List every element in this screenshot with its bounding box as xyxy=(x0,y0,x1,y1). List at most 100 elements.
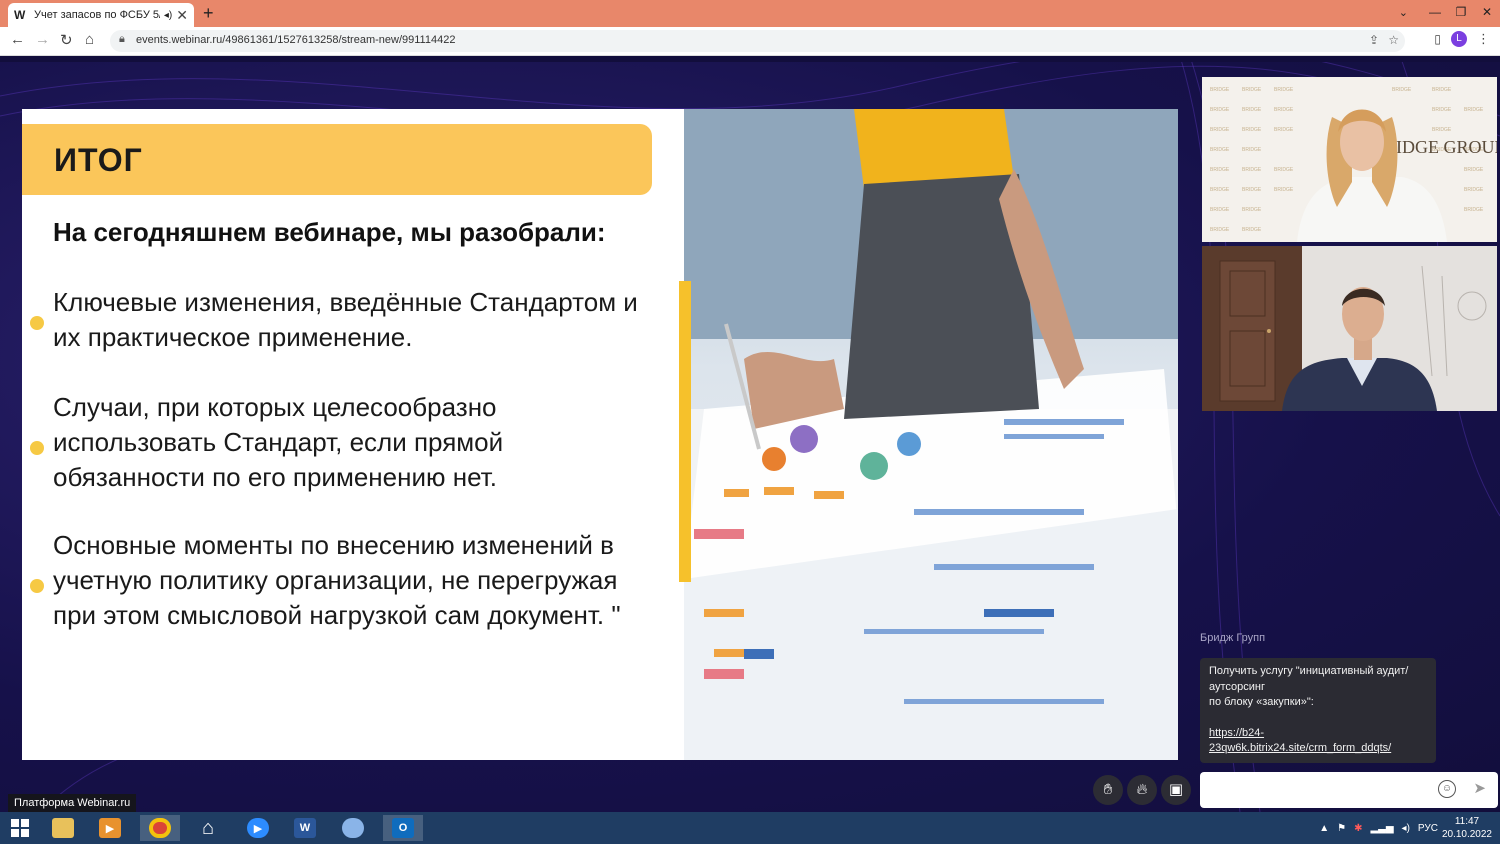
language-indicator[interactable]: РУС xyxy=(1418,823,1438,834)
outlook-button[interactable]: O xyxy=(383,815,423,841)
svg-text:BRIDGE: BRIDGE xyxy=(1432,87,1452,93)
send-icon[interactable]: ➤ xyxy=(1473,779,1486,797)
svg-text:BRIDGE: BRIDGE xyxy=(1210,207,1230,213)
chrome-button[interactable] xyxy=(140,815,180,841)
webinar-title-strip xyxy=(0,56,1500,62)
chrome-icon xyxy=(149,818,171,838)
speaker-1-video: BRIDGE BRIDGE BRIDGE BRIDGE BRIDGE BRIDGE BRI… xyxy=(1202,77,1497,242)
svg-text:BRIDGE: BRIDGE xyxy=(1274,187,1294,193)
bookmark-star-icon[interactable]: ☆ xyxy=(1388,33,1399,47)
chat-link[interactable]: https://b24- xyxy=(1209,726,1427,742)
word-button[interactable]: W xyxy=(285,815,325,841)
svg-text:BRIDGE: BRIDGE xyxy=(1392,87,1412,93)
home-icon[interactable]: ⌂ xyxy=(85,31,94,48)
svg-text:BRIDGE: BRIDGE xyxy=(1464,207,1484,213)
video-tile-speaker-1[interactable]: BRIDGE BRIDGE BRIDGE BRIDGE BRIDGE BRIDGE BRI… xyxy=(1202,77,1497,242)
slide-intro: На сегодняшнем вебинаре, мы разобрали: xyxy=(53,217,606,247)
reload-icon[interactable]: ↻ xyxy=(60,31,73,49)
browser-toolbar: ← → ↻ ⌂ 🔒︎ events.webinar.ru/49861361/15… xyxy=(0,27,1500,56)
flag-icon[interactable]: ⚑ xyxy=(1337,823,1346,834)
svg-text:BRIDGE: BRIDGE xyxy=(1242,207,1262,213)
platform-badge: Платформа Webinar.ru xyxy=(8,794,137,812)
house-icon: ⌂ xyxy=(201,816,215,839)
menu-dots-icon[interactable]: ⋮ xyxy=(1477,31,1490,47)
window-controls: — ❐ ✕ xyxy=(1422,0,1500,27)
system-tray: ▲ ⚑ ✱ ▂▃▅ ◂) РУС 11:47 20.10.2022 xyxy=(1315,812,1500,844)
network-icon[interactable]: ▂▃▅ xyxy=(1370,823,1393,834)
svg-text:BRIDGE: BRIDGE xyxy=(1242,187,1262,193)
clock[interactable]: 11:47 20.10.2022 xyxy=(1442,815,1492,841)
palette-icon xyxy=(342,818,364,838)
webinar-favicon-icon: W xyxy=(14,8,26,22)
bullet-item: Ключевые изменения, введённые Стандартом… xyxy=(53,287,638,352)
media-player-button[interactable]: ▶ xyxy=(90,815,130,841)
svg-text:BRIDGE: BRIDGE xyxy=(1242,127,1262,133)
tab-title: Учет запасов по ФСБУ 5/2019 xyxy=(34,9,160,21)
slide-text-panel: ИТОГ На сегодняшнем вебинаре, мы разобра… xyxy=(22,109,684,760)
home-app-button[interactable]: ⌂ xyxy=(188,815,228,841)
address-bar[interactable]: 🔒︎ events.webinar.ru/49861361/1527613258… xyxy=(110,30,1405,52)
new-tab-button[interactable]: + xyxy=(203,3,214,24)
svg-text:BRIDGE: BRIDGE xyxy=(1242,107,1262,113)
svg-text:BRIDGE: BRIDGE xyxy=(1464,107,1484,113)
svg-text:BRIDGE: BRIDGE xyxy=(1274,127,1294,133)
chat-author: Бридж Групп xyxy=(1200,632,1266,644)
word-icon: W xyxy=(294,818,316,838)
close-window-button[interactable]: ✕ xyxy=(1474,0,1500,27)
side-panel-icon[interactable]: ▯ xyxy=(1434,32,1441,46)
browser-tab-bar: W Учет запасов по ФСБУ 5/2019 ◂) ✕ + ⌄ —… xyxy=(0,0,1500,27)
restore-button[interactable]: ❐ xyxy=(1448,0,1474,27)
raise-hand-icon[interactable]: ✋︎ xyxy=(1093,775,1123,805)
tab-search-chevron-icon[interactable]: ⌄ xyxy=(1399,6,1408,19)
audio-playing-icon[interactable]: ◂) xyxy=(164,10,172,21)
svg-text:BRIDGE: BRIDGE xyxy=(1210,127,1230,133)
video-tile-speaker-2[interactable] xyxy=(1202,246,1497,411)
bullet-dot-icon xyxy=(30,441,44,455)
reaction-fire-icon[interactable]: 🔥︎ xyxy=(1127,775,1157,805)
layout-icon[interactable]: ▣ xyxy=(1161,775,1191,805)
bullet-dot-icon xyxy=(30,579,44,593)
lock-icon[interactable]: 🔒︎ xyxy=(119,33,125,46)
zoom-button[interactable]: ▶ xyxy=(238,815,278,841)
volume-icon[interactable]: ◂) xyxy=(1402,823,1410,834)
svg-text:BRIDGE: BRIDGE xyxy=(1274,167,1294,173)
slide-title: ИТОГ xyxy=(54,142,143,178)
start-button[interactable] xyxy=(0,815,40,841)
outlook-icon: O xyxy=(392,818,414,838)
bullet-item: Основные моменты по внесению изменений в… xyxy=(53,530,621,630)
tab-close-icon[interactable]: ✕ xyxy=(176,7,188,24)
svg-text:BRIDGE: BRIDGE xyxy=(1210,187,1230,193)
folder-icon xyxy=(52,818,74,838)
bullet-dot-icon xyxy=(30,316,44,330)
bullet-item: Случаи, при которых целесообразно исполь… xyxy=(53,392,504,492)
windows-logo-icon xyxy=(11,819,29,837)
emoji-icon[interactable]: ☺ xyxy=(1438,780,1456,798)
svg-text:BRIDGE: BRIDGE xyxy=(1242,87,1262,93)
slide-photo xyxy=(684,109,1178,760)
paint-button[interactable] xyxy=(333,815,373,841)
forward-arrow-icon[interactable]: → xyxy=(35,31,50,48)
minimize-button[interactable]: — xyxy=(1422,0,1448,27)
svg-text:BRIDGE: BRIDGE xyxy=(1242,227,1262,233)
svg-text:BRIDGE: BRIDGE xyxy=(1210,167,1230,173)
back-arrow-icon[interactable]: ← xyxy=(10,31,25,48)
profile-avatar[interactable]: L xyxy=(1451,31,1467,47)
svg-text:BRIDGE: BRIDGE xyxy=(1464,187,1484,193)
photo-illustration xyxy=(684,109,1178,760)
share-icon[interactable]: ⇪ xyxy=(1369,33,1379,47)
svg-text:BRIDGE: BRIDGE xyxy=(1210,147,1230,153)
svg-text:BRIDGE: BRIDGE xyxy=(1432,127,1452,133)
chat-input[interactable]: ☺ ➤ xyxy=(1200,772,1498,808)
tray-chevron-icon[interactable]: ▲ xyxy=(1319,823,1329,834)
zoom-icon: ▶ xyxy=(247,818,269,838)
file-explorer-button[interactable] xyxy=(43,815,83,841)
svg-text:BRIDGE: BRIDGE xyxy=(1242,167,1262,173)
svg-text:BRIDGE: BRIDGE xyxy=(1274,107,1294,113)
chat-link[interactable]: 23qw6k.bitrix24.site/crm_form_ddqts/ xyxy=(1209,741,1427,757)
browser-tab[interactable]: W Учет запасов по ФСБУ 5/2019 ◂) ✕ xyxy=(8,3,194,27)
windows-taskbar: ▶ ⌂ ▶ W O ▲ ⚑ ✱ ▂▃▅ ◂) РУС 11:47 20.10.2… xyxy=(0,812,1500,844)
webinar-stage: ИТОГ На сегодняшнем вебинаре, мы разобра… xyxy=(0,56,1500,812)
url-text: events.webinar.ru/49861361/1527613258/st… xyxy=(136,34,456,46)
antivirus-icon[interactable]: ✱ xyxy=(1354,823,1362,834)
svg-text:BRIDGE: BRIDGE xyxy=(1210,107,1230,113)
